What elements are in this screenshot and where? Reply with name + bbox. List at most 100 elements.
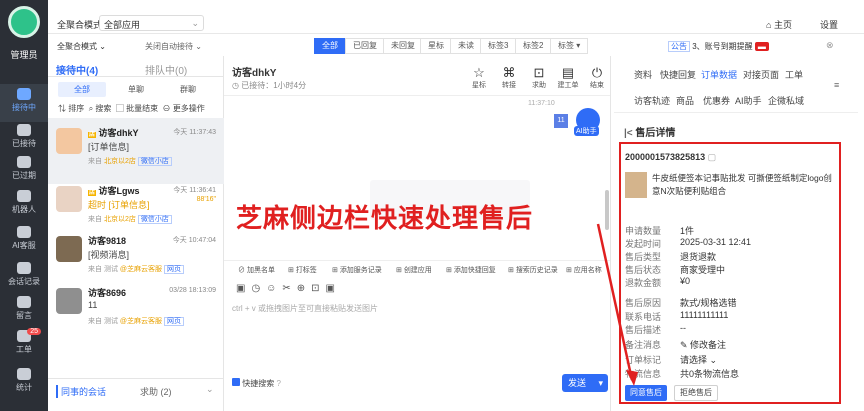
avatar: [56, 236, 82, 262]
home-icon: ⌂: [766, 20, 774, 30]
copy-icon[interactable]: ▢: [708, 152, 717, 162]
batch-end-button[interactable]: ▢ 批量结束: [116, 104, 158, 113]
menu-icon[interactable]: ≡: [834, 80, 839, 90]
tab-profile[interactable]: 资料: [634, 68, 652, 81]
history-search-button[interactable]: ⊞ 搜索历史记录: [508, 265, 558, 275]
blacklist-button[interactable]: ⊘ 加黑名单: [238, 265, 275, 275]
message-icon: [17, 296, 31, 308]
nav-item-ticket[interactable]: 工单 25: [0, 326, 48, 364]
tab-goods[interactable]: 商品: [676, 94, 694, 107]
checkbox-icon: [232, 378, 240, 386]
mode-select[interactable]: 全聚合模式 ⌄: [57, 41, 106, 52]
notice-bar[interactable]: 公告 3、账号到期提醒 ▬: [668, 41, 769, 52]
ticket-badge: 25: [27, 328, 41, 335]
filter-tag2[interactable]: 标签2: [515, 38, 552, 54]
tab-page[interactable]: 对接页面: [743, 68, 779, 81]
nav-item-expired[interactable]: 已过期: [0, 152, 48, 190]
promo-caption: 芝麻侧边栏快速处理售后: [236, 204, 534, 234]
tab-wecom[interactable]: 企微私域: [768, 94, 804, 107]
create-app-button[interactable]: ⊞ 创建应用: [396, 265, 432, 275]
nav-item-robot[interactable]: 机器人: [0, 186, 48, 224]
sort-button[interactable]: ⇅ 排序: [58, 104, 84, 113]
auto-receive-select[interactable]: 关闭自动接待 ⌄: [145, 41, 202, 52]
close-icon[interactable]: ⊗: [826, 40, 834, 51]
tab-coupon[interactable]: 优惠券: [703, 94, 730, 107]
tab-help[interactable]: 求助 (2): [140, 385, 172, 398]
red-arrow: [596, 223, 638, 386]
tab-receiving[interactable]: 接待中(4): [56, 62, 98, 77]
order-mark-select[interactable]: 请选择 ⌄: [680, 353, 717, 366]
app-select[interactable]: 全部应用 ⌄: [99, 15, 204, 31]
field-value: --: [680, 323, 686, 333]
more-actions-button[interactable]: ⊖ 更多操作: [163, 104, 205, 113]
filter-tag3[interactable]: 标签3: [480, 38, 517, 54]
nav-item-message[interactable]: 留言: [0, 292, 48, 330]
filter-star[interactable]: 星标: [420, 38, 452, 54]
tab-queue[interactable]: 排队中(0): [145, 62, 187, 77]
field-value: 11111111111: [680, 310, 729, 320]
filter-replied[interactable]: 已回复: [345, 38, 385, 54]
filter-unreplied[interactable]: 未回复: [383, 38, 423, 54]
help-circle-icon: ?: [276, 379, 281, 388]
tab-ai-assistant[interactable]: AI助手: [735, 94, 762, 107]
subtab-group[interactable]: 群聊: [180, 84, 196, 95]
reject-after-sale-button[interactable]: 拒绝售后: [674, 385, 718, 401]
store-icon: 店: [88, 190, 97, 196]
service-record-button[interactable]: ⊞ 添加服务记录: [332, 265, 382, 275]
help-button[interactable]: ⊡ 求助: [526, 66, 552, 90]
subtab-single[interactable]: 单聊: [128, 84, 144, 95]
list-item[interactable]: 访客8696 03/28 18:13:09 11 来自 测试 @芝麻云客服 网页: [48, 278, 224, 344]
clock-icon: [17, 156, 31, 168]
field-value: 退货退款: [680, 252, 717, 262]
field-value: 款式/规格选错: [680, 298, 737, 308]
chat-icon: [17, 88, 31, 100]
star-icon: ☆: [473, 65, 485, 80]
mode-label: 全聚合模式: [57, 20, 103, 30]
chevron-down-icon: ⌄: [191, 18, 199, 28]
search-button[interactable]: ⌕ 搜索: [89, 104, 112, 113]
editor-toolbar[interactable]: ▣◷☺✂⊕⊡▣: [236, 283, 341, 294]
edit-note-button[interactable]: ✎ 修改备注: [680, 338, 726, 351]
filter-tag[interactable]: 标签 ▾: [550, 38, 589, 54]
create-ticket-button[interactable]: ▤ 建工单: [555, 66, 581, 90]
divider: [48, 378, 224, 379]
chart-icon: [17, 368, 31, 380]
transfer-button[interactable]: ⌘ 转接: [496, 66, 522, 90]
end-button[interactable]: ⏻ 结束: [584, 66, 610, 90]
field-value: 商家受理中: [680, 265, 726, 275]
list-item[interactable]: 店 访客dhkY 今天 11:37:43 [订单信息] 来自 北京以2店 微信小…: [48, 118, 224, 184]
divider: [224, 95, 610, 96]
tab-ticket[interactable]: 工单: [785, 68, 803, 81]
ai-assistant-label[interactable]: AI助手: [574, 126, 599, 136]
tab-visitor-track[interactable]: 访客轨迹: [634, 94, 670, 107]
avatar: [56, 288, 82, 314]
chat-title: 访客dhkY: [232, 68, 277, 79]
settings-link[interactable]: 设置: [820, 18, 838, 31]
nav-item-receiving[interactable]: 接待中: [0, 84, 48, 122]
star-button[interactable]: ☆ 星标: [466, 66, 492, 90]
filter-all[interactable]: 全部: [314, 38, 346, 54]
home-link[interactable]: ⌂ 主页: [766, 18, 792, 31]
filter-unread[interactable]: 未读: [450, 38, 482, 54]
tab-colleague-sessions[interactable]: 同事的会话: [56, 385, 106, 398]
order-number: 2000001573825813 ▢: [625, 152, 717, 162]
new-badge: ▬: [754, 42, 769, 51]
avatar: [56, 186, 82, 212]
subtab-all[interactable]: 全部: [58, 82, 106, 97]
tag-button[interactable]: ⊞ 打标签: [288, 265, 317, 275]
tab-order-data[interactable]: 订单数据: [701, 68, 737, 81]
transfer-icon: ⌘: [502, 65, 516, 80]
quick-reply-button[interactable]: ⊞ 添加快捷回复: [446, 265, 496, 275]
quick-search-toggle[interactable]: 快捷搜索 ?: [232, 378, 281, 389]
divider: [224, 260, 610, 261]
list-actions: ⇅ 排序 ⌕ 搜索 ▢ 批量结束 ⊖ 更多操作: [58, 103, 205, 114]
message-input[interactable]: ctrl + v 或拖拽图片至可直接粘贴发送图片: [232, 303, 378, 314]
chevron-down-icon[interactable]: ⌄: [206, 384, 214, 395]
field-value: 2025-03-31 12:41: [680, 237, 752, 247]
back-icon[interactable]: |<: [624, 128, 633, 139]
nav-item-stats[interactable]: 统计: [0, 364, 48, 402]
tab-quick-reply[interactable]: 快捷回复: [660, 68, 696, 81]
nav-item-records[interactable]: 会话记录: [0, 258, 48, 296]
record-icon: [17, 262, 31, 274]
nav-item-ai[interactable]: AI客服: [0, 222, 48, 260]
